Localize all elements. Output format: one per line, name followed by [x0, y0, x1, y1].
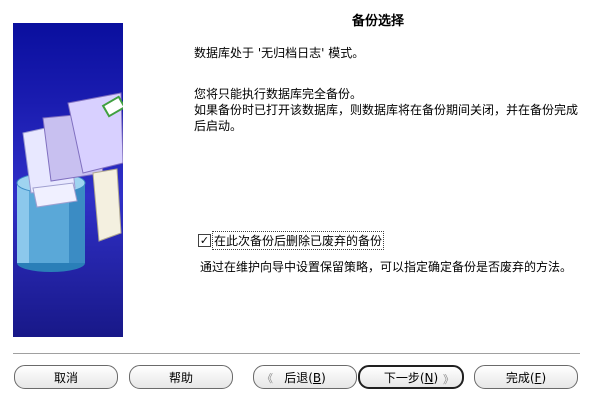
cancel-button[interactable]: 取消 — [14, 365, 118, 389]
retention-policy-note: 通过在维护向导中设置保留策略，可以指定确定备份是否废弃的方法。 — [200, 260, 573, 274]
shutdown-warning-text: 如果备份时已打开该数据库，则数据库将在备份期间关闭，并在备份完成 — [194, 103, 579, 117]
database-backup-illustration — [16, 92, 123, 272]
finish-button-label: 完成(F) — [505, 370, 547, 385]
finish-button[interactable]: 完成(F) — [474, 365, 578, 389]
checkmark-icon: ✓ — [199, 233, 210, 247]
full-backup-text: 您将只能执行数据库完全备份。 — [194, 87, 363, 101]
delete-obsolete-label[interactable]: 在此次备份后删除已废弃的备份 — [211, 230, 385, 250]
cancel-button-label: 取消 — [53, 370, 78, 385]
restart-text: 后启动。 — [194, 119, 243, 133]
wizard-banner — [13, 23, 123, 337]
back-button-label: 后退(B) — [284, 370, 326, 385]
double-chevron-right-icon: 》 — [443, 373, 454, 386]
archive-mode-text: 数据库处于 '无归档日志' 模式。 — [194, 46, 365, 60]
double-chevron-left-icon: 《 — [262, 372, 273, 385]
back-button[interactable]: 《 后退(B) — [253, 365, 357, 389]
help-button-label: 帮助 — [168, 370, 193, 385]
help-button[interactable]: 帮助 — [129, 365, 233, 389]
next-button-label: 下一步(N) — [383, 370, 439, 385]
page-title: 备份选择 — [352, 14, 405, 29]
delete-obsolete-checkbox[interactable]: ✓ — [198, 233, 211, 247]
next-button[interactable]: 下一步(N) 》 — [358, 365, 464, 389]
button-divider — [13, 353, 580, 355]
delete-obsolete-backups-option[interactable]: ✓ 在此次备份后删除已废弃的备份 — [198, 230, 385, 250]
